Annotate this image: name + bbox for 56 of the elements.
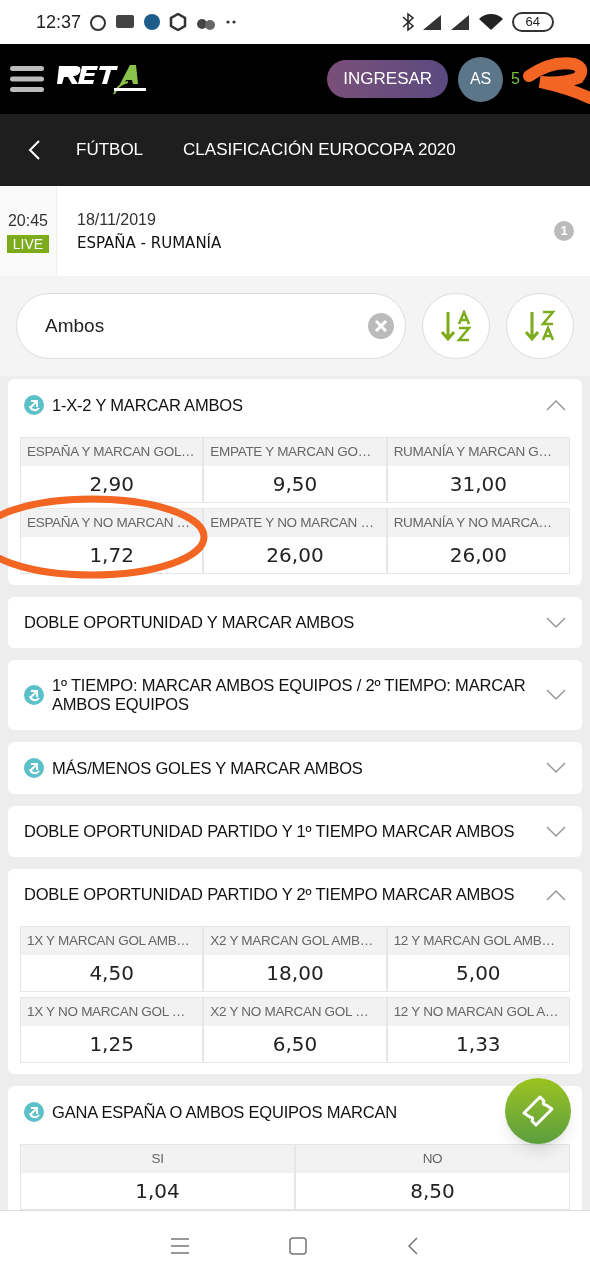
home-icon[interactable] [289, 1236, 307, 1255]
search-field[interactable]: Ambos [16, 293, 406, 359]
event-teams: ESPAÑA - RUMANÍA [77, 232, 223, 254]
odds-button[interactable]: ESPAÑA Y NO MARCAN … 1,72 [21, 509, 203, 573]
market-title[interactable]: DOBLE OPORTUNIDAD PARTIDO Y 1º TIEMPO MARCAR AMBOS [24, 822, 515, 841]
market-title[interactable]: DOBLE OPORTUNIDAD PARTIDO Y 2º TIEMPO MARCAR AMBOS [24, 885, 515, 904]
chevron-up-icon[interactable] [546, 888, 566, 901]
odds-button[interactable]: 1X Y NO MARCAN GOL … 1,25 [21, 998, 203, 1062]
signal-icon [421, 13, 442, 31]
message-icon [115, 14, 136, 30]
market-title[interactable]: GANA ESPAÑA O AMBOS EQUIPOS MARCAN [52, 1102, 397, 1122]
odds-button[interactable]: 1X Y MARCAN GOL AMB… 4,50 [21, 927, 203, 991]
status-time: 12:37 [36, 10, 82, 34]
odds-button[interactable]: X2 Y MARCAN GOL AMB… 18,00 [204, 927, 386, 991]
market-title[interactable]: DOBLE OPORTUNIDAD Y MARCAR AMBOS [24, 613, 355, 632]
breadcrumb-title: CLASIFICACIÓN EUROCOPA 2020 [183, 139, 456, 162]
app-icon [143, 13, 162, 31]
odds-button[interactable]: SI 1,04 [21, 1145, 294, 1209]
market-title[interactable]: 1-X-2 Y MARCAR AMBOS [52, 395, 243, 415]
breadcrumb-link[interactable]: FÚTBOL [76, 137, 144, 163]
event-date: 18/11/2019 [77, 209, 157, 230]
chevron-down-icon[interactable] [546, 616, 566, 629]
sort-za-icon [524, 310, 556, 342]
odds-button[interactable]: X2 Y NO MARCAN GOL … 6,50 [204, 998, 386, 1062]
alarm-icon [89, 13, 108, 31]
bluetooth-icon [401, 12, 414, 32]
ticket-icon [520, 1093, 556, 1129]
balance-text: 5 [511, 69, 520, 89]
odds-button[interactable]: RUMANÍA Y MARCAN G… 31,00 [387, 438, 569, 502]
odds-button[interactable]: EMPATE Y NO MARCAN … 26,00 [204, 509, 386, 573]
odds-button[interactable]: 12 Y NO MARCAN GOL A… 1,33 [387, 998, 569, 1062]
chevron-down-icon[interactable] [546, 825, 566, 838]
odds-button[interactable]: NO 8,50 [296, 1145, 569, 1209]
live-badge: LIVE [6, 235, 50, 253]
recents-icon[interactable] [171, 1237, 189, 1254]
odds-button[interactable]: EMPATE Y MARCAN GO… 9,50 [204, 438, 386, 502]
market-title[interactable]: 1º TIEMPO: MARCAR AMBOS EQUIPOS / 2º TIEMPO: MARCAR AMBOS EQUIPOS [52, 676, 530, 714]
chevron-down-icon[interactable] [546, 762, 566, 774]
more-icon [225, 19, 238, 25]
clear-icon[interactable] [368, 313, 394, 339]
chevron-up-icon[interactable] [546, 399, 566, 411]
menu-icon[interactable] [10, 65, 44, 93]
battery-indicator: 64 [511, 12, 554, 32]
chevron-down-icon[interactable] [546, 689, 566, 701]
redaction-scribble [522, 56, 590, 104]
user-avatar[interactable]: AS [458, 56, 504, 102]
odds-button[interactable]: RUMANÍA Y NO MARCA… 26,00 [387, 509, 569, 573]
market-title[interactable]: MÁS/MENOS GOLES Y MARCAR AMBOS [52, 758, 363, 778]
login-button[interactable]: INGRESAR [327, 60, 449, 98]
sort-az-icon [440, 310, 472, 342]
event-time: 20:45 [7, 211, 48, 231]
signal-icon [449, 13, 470, 31]
odds-button[interactable]: 12 Y MARCAN GOL AMB… 5,00 [387, 927, 569, 991]
hexagon-icon [169, 13, 188, 31]
wifi-icon [477, 13, 504, 31]
odds-button[interactable]: ESPAÑA Y MARCAN GOL… 2,90 [21, 438, 203, 502]
